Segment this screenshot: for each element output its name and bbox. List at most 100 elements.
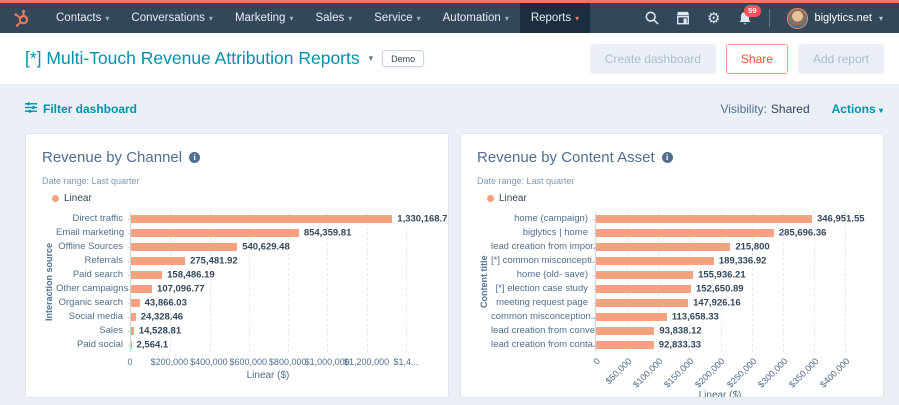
category-label: Referrals bbox=[56, 254, 130, 268]
title-chevron-down-icon[interactable]: ▾ bbox=[369, 53, 374, 64]
actions-menu-button[interactable]: Actions ▾ bbox=[832, 102, 883, 116]
plot-area: 1,330,168.78854,359.81540,629.48275,481.… bbox=[130, 212, 406, 352]
x-tick-label: $600,000 bbox=[230, 357, 268, 367]
category-label: biglytics | home bbox=[491, 226, 595, 240]
bar[interactable] bbox=[596, 313, 667, 321]
filter-sliders-icon bbox=[25, 102, 37, 116]
category-labels: home (campaign)biglytics | homelead crea… bbox=[491, 212, 595, 352]
category-label: home (old- save) bbox=[491, 268, 595, 282]
value-label: 93,838.12 bbox=[659, 326, 701, 337]
report-cards: Revenue by Channel i Date range: Last qu… bbox=[25, 133, 884, 398]
nav-item-conversations[interactable]: Conversations▾ bbox=[120, 3, 224, 33]
chevron-down-icon: ▾ bbox=[879, 106, 883, 115]
filter-dashboard-link[interactable]: Filter dashboard bbox=[25, 102, 137, 116]
bar[interactable] bbox=[596, 285, 691, 293]
bar[interactable] bbox=[596, 215, 812, 223]
nav-item-label: Conversations bbox=[131, 12, 205, 24]
bar[interactable] bbox=[596, 243, 730, 251]
chevron-down-icon: ▾ bbox=[289, 14, 293, 23]
bar[interactable] bbox=[596, 229, 774, 237]
header-buttons: Create dashboard Share Add report bbox=[590, 44, 884, 74]
info-icon[interactable]: i bbox=[662, 152, 673, 163]
x-tick-label: $800,000 bbox=[269, 357, 307, 367]
gridline bbox=[367, 212, 368, 352]
account-menu[interactable]: biglytics.net ▾ bbox=[787, 8, 884, 29]
share-button[interactable]: Share bbox=[726, 44, 788, 74]
value-label: 2,564.1 bbox=[137, 340, 169, 351]
category-label: [*] common misconcepti... bbox=[491, 254, 595, 268]
category-label: Offline Sources bbox=[56, 240, 130, 254]
nav-item-sales[interactable]: Sales▾ bbox=[304, 3, 363, 33]
x-axis: 0$200,000$400,000$600,000$800,000$1,000,… bbox=[130, 352, 406, 370]
nav-item-reports[interactable]: Reports▾ bbox=[520, 3, 590, 33]
nav-item-contacts[interactable]: Contacts▾ bbox=[45, 3, 120, 33]
topbar-divider bbox=[769, 9, 770, 27]
bar[interactable] bbox=[596, 299, 688, 307]
category-label: [*] election case study bbox=[491, 282, 595, 296]
bar[interactable] bbox=[131, 285, 152, 293]
settings-gear-icon[interactable]: ⚙ bbox=[707, 11, 720, 26]
x-axis-label: Linear ($) bbox=[130, 370, 406, 381]
info-icon[interactable]: i bbox=[189, 152, 200, 163]
revenue-by-channel-chart: Interaction sourceDirect trafficEmail ma… bbox=[42, 212, 432, 381]
nav-item-label: Reports bbox=[531, 12, 571, 24]
category-label: Email marketing bbox=[56, 226, 130, 240]
bar[interactable] bbox=[596, 257, 714, 265]
x-tick-label: $1,200,000 bbox=[344, 357, 389, 367]
value-label: 147,926.16 bbox=[693, 298, 741, 309]
x-tick-label: $400,000 bbox=[818, 356, 852, 390]
add-report-button[interactable]: Add report bbox=[798, 44, 884, 74]
visibility-status: Visibility:Shared bbox=[720, 102, 809, 116]
x-tick-label: $50,000 bbox=[603, 356, 633, 386]
notifications-bell-icon[interactable]: 59 bbox=[738, 11, 752, 26]
chevron-down-icon: ▾ bbox=[417, 14, 421, 23]
user-avatar bbox=[787, 8, 808, 29]
x-tick-label: $300,000 bbox=[756, 356, 790, 390]
bar[interactable] bbox=[596, 271, 693, 279]
bar[interactable] bbox=[131, 229, 299, 237]
chart-body: Content titlehome (campaign)biglytics | … bbox=[477, 212, 867, 352]
legend-swatch bbox=[52, 195, 59, 202]
demo-badge: Demo bbox=[382, 50, 424, 67]
legend-swatch bbox=[487, 195, 494, 202]
bar[interactable] bbox=[131, 257, 185, 265]
nav-item-marketing[interactable]: Marketing▾ bbox=[224, 3, 305, 33]
bar[interactable] bbox=[596, 327, 654, 335]
bar[interactable] bbox=[131, 299, 140, 307]
bar[interactable] bbox=[131, 215, 392, 223]
bar[interactable] bbox=[131, 243, 237, 251]
category-label: lead creation from conta... bbox=[491, 338, 595, 352]
chart-legend[interactable]: Linear bbox=[52, 193, 432, 204]
bar[interactable] bbox=[131, 313, 136, 321]
page-header: [*] Multi-Touch Revenue Attribution Repo… bbox=[0, 33, 899, 85]
category-label: Paid social bbox=[56, 338, 130, 352]
gridline bbox=[845, 212, 846, 352]
hubspot-logo-icon[interactable] bbox=[12, 9, 31, 28]
dashboard-title[interactable]: [*] Multi-Touch Revenue Attribution Repo… bbox=[25, 48, 360, 69]
bar[interactable] bbox=[131, 327, 134, 335]
value-label: 275,481.92 bbox=[190, 256, 238, 267]
account-name: biglytics.net bbox=[815, 12, 872, 24]
bar[interactable] bbox=[131, 341, 132, 349]
marketplace-icon[interactable] bbox=[676, 11, 690, 25]
y-axis-label: Content title bbox=[477, 212, 491, 352]
create-dashboard-button[interactable]: Create dashboard bbox=[590, 44, 716, 74]
notification-count-badge: 59 bbox=[744, 5, 760, 17]
chart-legend[interactable]: Linear bbox=[487, 193, 867, 204]
x-tick-label: $150,000 bbox=[662, 356, 696, 390]
value-label: 107,096.77 bbox=[157, 284, 205, 295]
x-tick-label: 0 bbox=[127, 357, 132, 367]
x-axis-label: Linear ($) bbox=[595, 390, 845, 398]
x-tick-label: $1,4... bbox=[393, 357, 418, 367]
bar[interactable] bbox=[131, 271, 162, 279]
search-icon[interactable] bbox=[645, 11, 659, 25]
category-label: Organic search bbox=[56, 296, 130, 310]
nav-item-automation[interactable]: Automation▾ bbox=[432, 3, 520, 33]
value-label: 189,336.92 bbox=[719, 256, 767, 267]
value-label: 24,328.46 bbox=[141, 312, 183, 323]
nav-item-service[interactable]: Service▾ bbox=[363, 3, 431, 33]
chart-title: Revenue by Content Asset bbox=[477, 149, 655, 166]
revenue-by-content-asset-card: Revenue by Content Asset i Date range: L… bbox=[460, 133, 884, 398]
bar[interactable] bbox=[596, 341, 654, 349]
value-label: 215,800 bbox=[735, 242, 769, 253]
